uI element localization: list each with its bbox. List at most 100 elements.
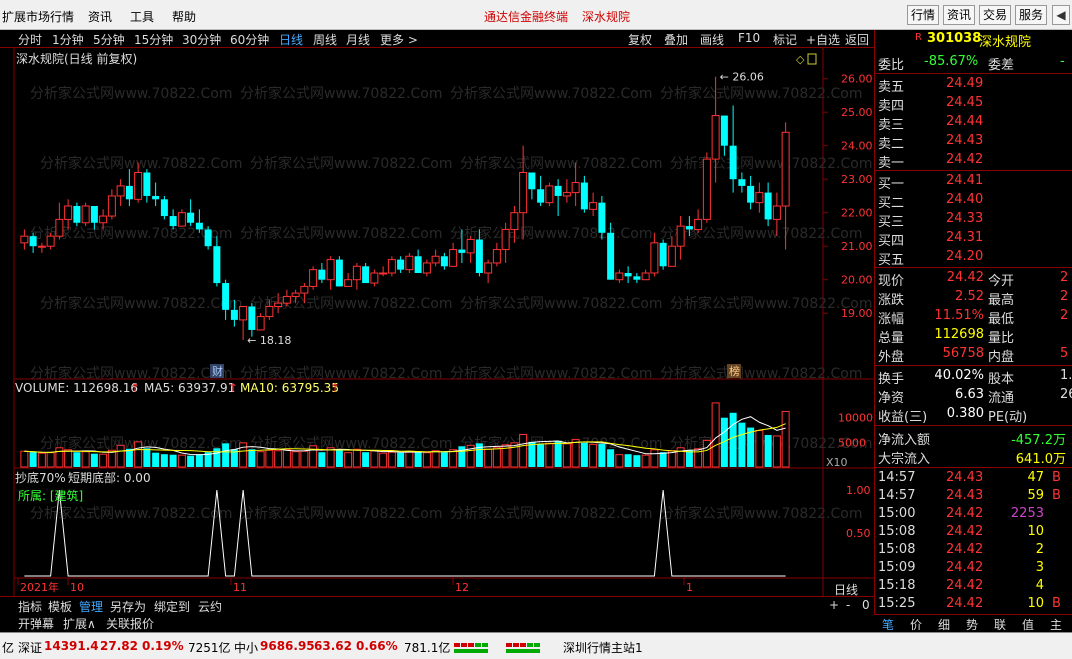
period-30min[interactable]: 30分钟: [182, 31, 221, 48]
indicator-line: [24, 489, 786, 577]
back-button[interactable]: 返回: [845, 31, 869, 48]
quote-tab[interactable]: 值: [1022, 616, 1034, 633]
bid-price: 24.20: [946, 249, 984, 264]
ask-label: 卖一: [878, 156, 905, 171]
candle: [213, 236, 221, 287]
volume-bar: [685, 450, 693, 467]
fund-label: 收益(三): [878, 410, 928, 425]
quote-tab[interactable]: 价: [910, 616, 922, 633]
candle-body: [116, 185, 125, 197]
ask-row: 卖五 24.49: [874, 76, 1072, 95]
promo-stock[interactable]: 深水规院: [582, 8, 630, 25]
quote-tab[interactable]: 主: [1050, 616, 1062, 633]
service-button[interactable]: 服务: [1015, 5, 1047, 25]
sz-change: 27.82: [100, 639, 138, 653]
ask-label: 卖四: [878, 99, 905, 114]
period-1min[interactable]: 1分钟: [52, 31, 84, 48]
tick-row: 15:00 24.42 2253: [874, 506, 1072, 524]
menu-tools[interactable]: 工具: [130, 8, 154, 25]
volume-bar: [528, 441, 536, 467]
period-monthly[interactable]: 月线: [346, 31, 370, 48]
quote-tab[interactable]: 联: [994, 616, 1006, 633]
candle-body: [344, 279, 353, 287]
watermark-text: 分析家公式网www.70822.Com: [660, 505, 862, 522]
zoom-out-button[interactable]: -: [846, 598, 850, 612]
volume-layer: 10000 5000: [20, 402, 873, 468]
candle-body: [282, 295, 291, 304]
period-daily[interactable]: 日线: [279, 31, 303, 48]
volume-bar: [282, 449, 291, 468]
fund-row: 净资 6.63 流通 26: [874, 387, 1072, 406]
collapse-icon[interactable]: ◀: [1052, 5, 1070, 25]
tab-cloud[interactable]: 云约: [198, 598, 222, 615]
tab-bind-to[interactable]: 绑定到: [154, 598, 190, 615]
zoom-reset-button[interactable]: 0: [862, 598, 870, 612]
bid-diff-label: 委差: [988, 58, 1015, 73]
promo-terminal[interactable]: 通达信金融终端: [484, 8, 568, 25]
candle-body: [125, 185, 133, 200]
menubar: 扩展市场行情 资讯 工具 帮助 通达信金融终端 深水规院 行情 资讯 交易 服务…: [0, 0, 1072, 30]
kline-chart[interactable]: 分析家公式网www.70822.Com 分析家公式网www.70822.Com 分析…: [0, 48, 874, 596]
menu-help[interactable]: 帮助: [172, 8, 196, 25]
restore-rights-button[interactable]: 复权: [628, 31, 652, 48]
candle-body: [405, 255, 414, 271]
period-intraday[interactable]: 分时: [18, 31, 42, 48]
stat-value-2: 2: [1060, 270, 1069, 285]
tick-row: 14:57 24.43 47 B: [874, 470, 1072, 488]
period-5min[interactable]: 5分钟: [93, 31, 125, 48]
volume-bar: [387, 451, 396, 468]
menu-news[interactable]: 资讯: [88, 8, 112, 25]
bid-row: 买二 24.40: [874, 192, 1072, 211]
quote-tab[interactable]: 细: [938, 616, 950, 633]
trade-button[interactable]: 交易: [979, 5, 1011, 25]
draw-line-button[interactable]: 画线: [700, 31, 724, 48]
volume-tick-label: 5000: [838, 436, 866, 449]
candle-body: [685, 226, 693, 230]
volume-bar: [589, 443, 598, 468]
candle: [81, 202, 90, 227]
candle-body: [431, 255, 440, 264]
tick-price: 24.42: [946, 596, 984, 611]
add-watchlist-button[interactable]: +自选: [806, 31, 840, 48]
news-button[interactable]: 资讯: [943, 5, 975, 25]
mark-button[interactable]: 标记: [773, 31, 797, 48]
candle-body: [335, 259, 343, 287]
candle-body: [177, 212, 186, 227]
tick-time: 15:08: [878, 542, 916, 557]
quote-tab[interactable]: 势: [966, 616, 978, 633]
period-weekly[interactable]: 周线: [313, 31, 337, 48]
ask-label: 卖三: [878, 118, 905, 133]
candle-body: [764, 192, 772, 220]
quote-button[interactable]: 行情: [907, 5, 939, 25]
candle-body: [134, 172, 143, 200]
candle-body: [239, 306, 248, 321]
volume-ma10-label: MA10: 63795.35: [240, 381, 339, 395]
tab-indicator[interactable]: 指标: [18, 598, 42, 615]
f10-button[interactable]: F10: [738, 31, 760, 45]
overlay-button[interactable]: 叠加: [664, 31, 688, 48]
candle-body: [326, 259, 335, 281]
sz-amount: 7251亿: [188, 641, 231, 655]
candle-body: [107, 195, 116, 217]
ask-row: 卖二 24.43: [874, 133, 1072, 152]
menu-extended-market[interactable]: 扩展市场行情: [2, 8, 74, 25]
tab-manage[interactable]: 管理: [79, 598, 103, 615]
ma10-arrow-icon: ↑: [330, 381, 340, 395]
tab-save-as[interactable]: 另存为: [110, 598, 146, 615]
quote-tab[interactable]: 笔: [882, 616, 894, 633]
candle-body: [99, 215, 108, 224]
candle: [379, 266, 388, 277]
period-60min[interactable]: 60分钟: [230, 31, 269, 48]
server-name[interactable]: 深圳行情主站1: [563, 639, 643, 656]
related-quote-tab[interactable]: 关联报价: [106, 615, 154, 632]
period-15min[interactable]: 15分钟: [134, 31, 173, 48]
status-lead: 亿: [2, 641, 15, 655]
extend-toggle[interactable]: 扩展∧: [63, 615, 96, 632]
candles-layer: ← 26.06 ← 18.18 财 榜: [20, 71, 790, 378]
danmaku-toggle[interactable]: 开弹幕: [18, 615, 54, 632]
tab-template[interactable]: 模板: [48, 598, 72, 615]
period-more[interactable]: 更多 >: [380, 31, 418, 48]
tick-time: 15:08: [878, 524, 916, 539]
candle: [397, 256, 405, 273]
zoom-in-button[interactable]: +: [829, 598, 839, 612]
